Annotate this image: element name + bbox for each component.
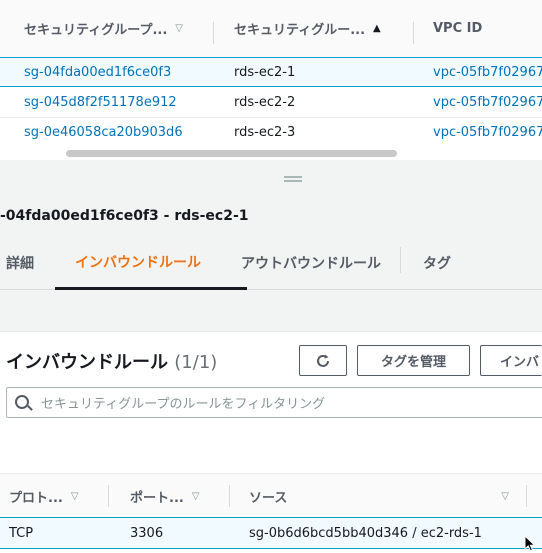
- vpc-id-link[interactable]: vpc-05fb7f02967: [433, 87, 542, 117]
- table-row[interactable]: sg-0e46058ca20b903d6 rds-ec2-3 vpc-05fb7…: [0, 117, 542, 148]
- edit-inbound-rules-button[interactable]: インバ: [480, 345, 542, 376]
- column-divider[interactable]: [108, 485, 109, 507]
- group-id-link[interactable]: sg-0e46058ca20b903d6: [24, 117, 183, 147]
- column-label: ソース: [249, 490, 288, 506]
- refresh-button[interactable]: [299, 345, 347, 376]
- column-label: セキュリティグループ...: [24, 23, 168, 38]
- column-label: プロト...: [9, 490, 63, 506]
- refresh-icon: [317, 354, 329, 367]
- table-row[interactable]: sg-04fda00ed1f6ce0f3 rds-ec2-1 vpc-05fb7…: [0, 57, 542, 87]
- tab-details[interactable]: 詳細: [6, 237, 34, 289]
- rule-protocol: TCP: [9, 525, 34, 541]
- column-divider[interactable]: [413, 22, 414, 44]
- sort-up-icon[interactable]: ▲: [373, 23, 381, 34]
- rule-port: 3306: [130, 525, 164, 541]
- group-id-link[interactable]: sg-04fda00ed1f6ce0f3: [24, 58, 171, 86]
- column-header-source[interactable]: ソース ▽: [249, 474, 509, 518]
- column-header-vpc-id[interactable]: VPC ID: [433, 0, 482, 57]
- tab-inbound-rules[interactable]: インバウンドルール: [55, 237, 247, 290]
- table-header: セキュリティグループ... ▽ セキュリティグルー... ▲ VPC ID: [0, 0, 542, 58]
- sort-down-icon[interactable]: ▽: [192, 491, 200, 502]
- column-header-port[interactable]: ポート... ▽: [130, 474, 200, 518]
- column-label: セキュリティグルー...: [234, 23, 366, 38]
- mouse-cursor-icon: [524, 535, 536, 552]
- tab-tags[interactable]: タグ: [423, 237, 451, 289]
- security-groups-table: セキュリティグループ... ▽ セキュリティグルー... ▲ VPC ID sg…: [0, 0, 542, 160]
- rule-source: sg-0b6d6bcd5bb40d346 / ec2-rds-1: [249, 525, 482, 541]
- search-icon: [15, 395, 29, 409]
- rule-filter-search[interactable]: セキュリティグループのルールをフィルタリング: [6, 387, 542, 418]
- search-input[interactable]: セキュリティグループのルールをフィルタリング: [41, 388, 325, 417]
- vpc-id-link[interactable]: vpc-05fb7f02967: [433, 117, 542, 147]
- tab-divider: [400, 247, 401, 273]
- column-label: ポート...: [130, 490, 184, 506]
- scrollbar-thumb[interactable]: [66, 150, 397, 157]
- vpc-id-link[interactable]: vpc-05fb7f02967: [433, 58, 542, 86]
- sort-down-icon[interactable]: ▽: [501, 491, 509, 502]
- table-row[interactable]: sg-045d8f2f51178e912 rds-ec2-2 vpc-05fb7…: [0, 87, 542, 118]
- rule-count: (1/1): [174, 352, 218, 373]
- table-row[interactable]: TCP 3306 sg-0b6d6bcd5bb40d346 / ec2-rds-…: [0, 517, 542, 549]
- group-name: rds-ec2-1: [234, 64, 296, 80]
- details-title: -04fda00ed1f6ce0f3 - rds-ec2-1: [0, 208, 249, 224]
- column-header-protocol[interactable]: プロト... ▽: [9, 474, 79, 518]
- column-divider[interactable]: [213, 22, 214, 44]
- panel-title: インバウンドルール: [6, 352, 168, 373]
- details-tabs: 詳細 インバウンドルール アウトバウンドルール タグ: [0, 237, 542, 290]
- sort-down-icon[interactable]: ▽: [175, 23, 183, 34]
- resize-handle-icon[interactable]: [284, 176, 302, 182]
- group-id-link[interactable]: sg-045d8f2f51178e912: [24, 87, 177, 117]
- column-header-group-id[interactable]: セキュリティグループ... ▽: [24, 0, 183, 57]
- sort-down-icon[interactable]: ▽: [71, 491, 79, 502]
- manage-tags-button[interactable]: タグを管理: [357, 345, 470, 376]
- inbound-rules-heading: インバウンドルール (1/1): [6, 348, 217, 374]
- rules-table-header: プロト... ▽ ポート... ▽ ソース ▽: [0, 473, 542, 519]
- group-name: rds-ec2-2: [234, 94, 296, 110]
- tab-outbound-rules[interactable]: アウトバウンドルール: [241, 237, 381, 289]
- column-divider[interactable]: [526, 485, 527, 507]
- column-divider[interactable]: [229, 485, 230, 507]
- column-header-group-name[interactable]: セキュリティグルー... ▲: [234, 0, 381, 57]
- group-name: rds-ec2-3: [234, 124, 296, 140]
- column-label: VPC ID: [433, 21, 483, 36]
